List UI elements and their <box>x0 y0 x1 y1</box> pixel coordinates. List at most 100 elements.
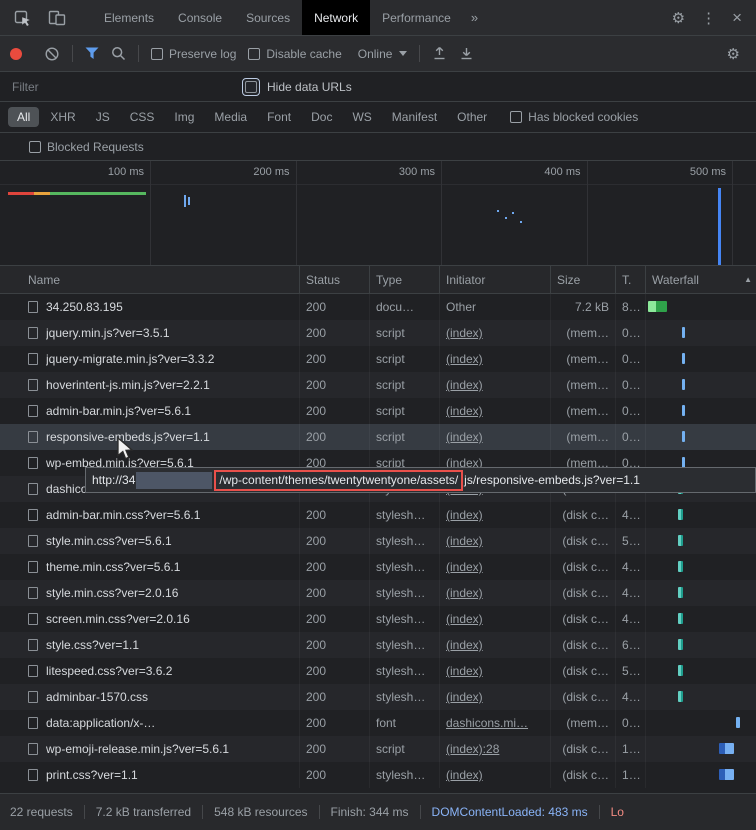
export-har-icon[interactable] <box>459 46 474 61</box>
request-initiator[interactable]: (index) <box>440 580 551 606</box>
request-name[interactable]: litespeed.css?ver=3.6.2 <box>0 658 300 684</box>
request-initiator[interactable]: dashicons.mi… <box>440 710 551 736</box>
table-row[interactable]: litespeed.css?ver=3.6.2 200 stylesh… (in… <box>0 658 756 684</box>
request-name[interactable]: admin-bar.min.js?ver=5.6.1 <box>0 398 300 424</box>
search-icon[interactable] <box>111 46 126 61</box>
table-row[interactable]: print.css?ver=1.1 200 stylesh… (index) (… <box>0 762 756 788</box>
filter-chip-font[interactable]: Font <box>258 107 300 127</box>
request-waterfall[interactable] <box>646 528 756 554</box>
request-name[interactable]: style.min.css?ver=2.0.16 <box>0 580 300 606</box>
request-name[interactable]: theme.min.css?ver=5.6.1 <box>0 554 300 580</box>
column-header-size[interactable]: Size <box>551 266 616 293</box>
request-name[interactable]: print.css?ver=1.1 <box>0 762 300 788</box>
request-initiator[interactable]: (index) <box>440 372 551 398</box>
filter-chip-media[interactable]: Media <box>205 107 256 127</box>
request-initiator[interactable]: (index) <box>440 632 551 658</box>
filter-funnel-icon[interactable] <box>85 47 99 60</box>
request-initiator[interactable]: (index):28 <box>440 736 551 762</box>
request-initiator[interactable]: (index) <box>440 762 551 788</box>
request-name[interactable]: wp-emoji-release.min.js?ver=5.6.1 <box>0 736 300 762</box>
column-header-time[interactable]: T. <box>616 266 646 293</box>
settings-gear-icon[interactable]: ⚙ <box>666 9 691 27</box>
hide-data-urls-checkbox[interactable] <box>242 78 260 96</box>
tab-network[interactable]: Network <box>302 0 370 35</box>
table-row[interactable]: jquery-migrate.min.js?ver=3.3.2 200 scri… <box>0 346 756 372</box>
request-name[interactable]: style.css?ver=1.1 <box>0 632 300 658</box>
clear-button[interactable] <box>44 46 60 62</box>
column-header-initiator[interactable]: Initiator <box>440 266 551 293</box>
inspect-icon[interactable] <box>6 0 40 35</box>
request-waterfall[interactable] <box>646 684 756 710</box>
column-header-name[interactable]: Name <box>0 266 300 293</box>
tab-sources[interactable]: Sources <box>234 0 302 35</box>
throttling-select[interactable]: Online <box>358 47 408 61</box>
filter-chip-xhr[interactable]: XHR <box>41 107 84 127</box>
request-waterfall[interactable] <box>646 736 756 762</box>
request-initiator[interactable]: (index) <box>440 554 551 580</box>
table-row[interactable]: wp-emoji-release.min.js?ver=5.6.1 200 sc… <box>0 736 756 762</box>
filter-chip-manifest[interactable]: Manifest <box>383 107 446 127</box>
disable-cache-checkbox[interactable]: Disable cache <box>248 47 341 61</box>
tab-console[interactable]: Console <box>166 0 234 35</box>
table-row[interactable]: 34.250.83.195 200 docu… Other 7.2 kB 8… <box>0 294 756 320</box>
filter-chip-other[interactable]: Other <box>448 107 496 127</box>
filter-input[interactable] <box>12 80 224 94</box>
blocked-requests-checkbox[interactable]: Blocked Requests <box>29 140 144 154</box>
filter-chip-js[interactable]: JS <box>87 107 119 127</box>
request-waterfall[interactable] <box>646 424 756 450</box>
request-name[interactable]: screen.min.css?ver=2.0.16 <box>0 606 300 632</box>
request-waterfall[interactable] <box>646 580 756 606</box>
request-waterfall[interactable] <box>646 658 756 684</box>
request-initiator[interactable]: (index) <box>440 346 551 372</box>
record-button[interactable] <box>10 48 22 60</box>
request-name[interactable]: hoverintent-js.min.js?ver=2.2.1 <box>0 372 300 398</box>
request-name[interactable]: jquery.min.js?ver=3.5.1 <box>0 320 300 346</box>
request-initiator[interactable]: (index) <box>440 424 551 450</box>
table-row[interactable]: responsive-embeds.js?ver=1.1 200 script … <box>0 424 756 450</box>
table-row[interactable]: style.css?ver=1.1 200 stylesh… (index) (… <box>0 632 756 658</box>
column-header-type[interactable]: Type <box>370 266 440 293</box>
table-row[interactable]: adminbar-1570.css 200 stylesh… (index) (… <box>0 684 756 710</box>
kebab-menu-icon[interactable]: ⋮ <box>695 9 722 27</box>
request-initiator[interactable]: (index) <box>440 528 551 554</box>
request-waterfall[interactable] <box>646 346 756 372</box>
filter-chip-all[interactable]: All <box>8 107 39 127</box>
filter-chip-ws[interactable]: WS <box>343 107 380 127</box>
overview-pane[interactable]: 100 ms200 ms300 ms400 ms500 ms <box>0 161 756 266</box>
request-initiator[interactable]: (index) <box>440 320 551 346</box>
table-row[interactable]: data:application/x-… 200 font dashicons.… <box>0 710 756 736</box>
filter-chip-doc[interactable]: Doc <box>302 107 341 127</box>
request-waterfall[interactable] <box>646 502 756 528</box>
close-icon[interactable]: × <box>726 8 748 28</box>
table-row[interactable]: screen.min.css?ver=2.0.16 200 stylesh… (… <box>0 606 756 632</box>
request-initiator[interactable]: (index) <box>440 606 551 632</box>
table-row[interactable]: style.min.css?ver=2.0.16 200 stylesh… (i… <box>0 580 756 606</box>
request-name[interactable]: adminbar-1570.css <box>0 684 300 710</box>
has-blocked-cookies-checkbox[interactable]: Has blocked cookies <box>510 110 638 124</box>
table-row[interactable]: jquery.min.js?ver=3.5.1 200 script (inde… <box>0 320 756 346</box>
request-waterfall[interactable] <box>646 320 756 346</box>
request-waterfall[interactable] <box>646 294 756 320</box>
request-name[interactable]: style.min.css?ver=5.6.1 <box>0 528 300 554</box>
request-name[interactable]: data:application/x-… <box>0 710 300 736</box>
table-row[interactable]: style.min.css?ver=5.6.1 200 stylesh… (in… <box>0 528 756 554</box>
table-row[interactable]: admin-bar.min.css?ver=5.6.1 200 stylesh…… <box>0 502 756 528</box>
request-initiator[interactable]: (index) <box>440 398 551 424</box>
request-name[interactable]: admin-bar.min.css?ver=5.6.1 <box>0 502 300 528</box>
request-initiator[interactable]: (index) <box>440 658 551 684</box>
request-waterfall[interactable] <box>646 554 756 580</box>
request-waterfall[interactable] <box>646 762 756 788</box>
tab-elements[interactable]: Elements <box>92 0 166 35</box>
request-initiator[interactable]: (index) <box>440 684 551 710</box>
request-waterfall[interactable] <box>646 710 756 736</box>
table-row[interactable]: admin-bar.min.js?ver=5.6.1 200 script (i… <box>0 398 756 424</box>
more-tabs-icon[interactable]: » <box>463 0 486 35</box>
network-settings-gear-icon[interactable]: ⚙ <box>721 45 746 63</box>
request-name[interactable]: jquery-migrate.min.js?ver=3.3.2 <box>0 346 300 372</box>
filter-chip-css[interactable]: CSS <box>121 107 164 127</box>
column-header-status[interactable]: Status <box>300 266 370 293</box>
device-toolbar-icon[interactable] <box>40 0 74 35</box>
preserve-log-checkbox[interactable]: Preserve log <box>151 47 236 61</box>
request-initiator[interactable]: Other <box>440 294 551 320</box>
column-header-waterfall[interactable]: Waterfall ▲ <box>646 266 756 293</box>
